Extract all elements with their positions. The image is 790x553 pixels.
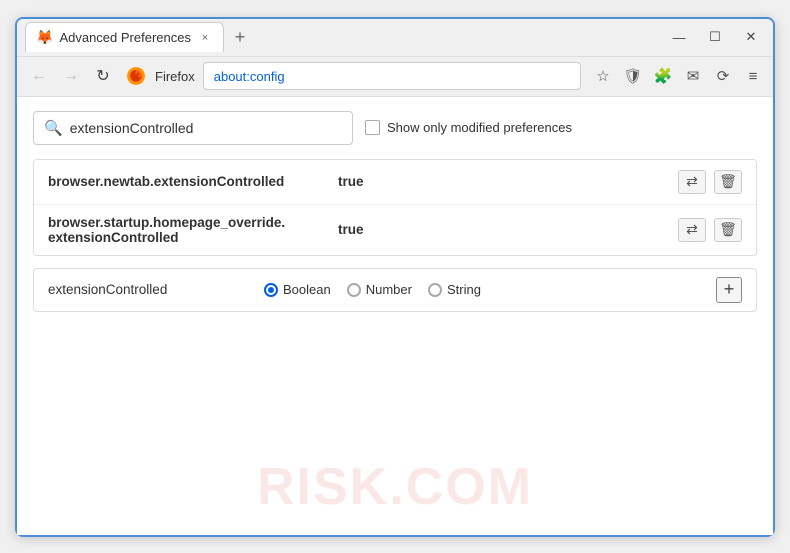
search-icon: 🔍 xyxy=(44,119,63,137)
back-button[interactable]: ← xyxy=(25,62,53,90)
string-radio-item[interactable]: String xyxy=(428,282,481,297)
address-text: about:config xyxy=(214,69,285,84)
extension-icon[interactable]: 🧩 xyxy=(651,64,675,88)
show-modified-checkbox[interactable] xyxy=(365,120,380,135)
mail-icon[interactable]: ✉ xyxy=(681,64,705,88)
pref-name-2-container: browser.startup.homepage_override. exten… xyxy=(48,215,328,245)
new-pref-name: extensionControlled xyxy=(48,282,248,297)
forward-button[interactable]: → xyxy=(57,62,85,90)
boolean-radio-label: Boolean xyxy=(283,282,331,297)
minimize-button[interactable]: — xyxy=(665,27,693,47)
pref-value-1: true xyxy=(338,174,668,189)
string-radio-label: String xyxy=(447,282,481,297)
results-table: browser.newtab.extensionControlled true … xyxy=(33,159,757,256)
add-preference-row: extensionControlled Boolean Number Strin… xyxy=(33,268,757,312)
show-modified-row: Show only modified preferences xyxy=(365,120,572,135)
add-plus-button[interactable]: + xyxy=(716,277,742,303)
pref-name-1: browser.newtab.extensionControlled xyxy=(48,174,328,189)
boolean-radio-item[interactable]: Boolean xyxy=(264,282,331,297)
reset-button-2[interactable]: ⇄ xyxy=(678,218,706,242)
string-radio-circle xyxy=(428,283,442,297)
table-row: browser.newtab.extensionControlled true … xyxy=(34,160,756,205)
window-controls: — ☐ ✕ xyxy=(665,27,765,47)
pref-name-2-line1: browser.startup.homepage_override. xyxy=(48,215,328,230)
search-input[interactable] xyxy=(70,120,342,136)
browser-brand: Firefox xyxy=(155,69,195,84)
delete-button-2[interactable]: 🗑 xyxy=(714,218,742,242)
search-row: 🔍 Show only modified preferences xyxy=(33,111,757,145)
type-radio-group: Boolean Number String xyxy=(264,282,700,297)
number-radio-circle xyxy=(347,283,361,297)
sync-icon[interactable]: ⟳ xyxy=(711,64,735,88)
show-modified-label: Show only modified preferences xyxy=(387,120,572,135)
tab-close-button[interactable]: × xyxy=(197,30,213,46)
tab-title: Advanced Preferences xyxy=(59,30,191,45)
restore-button[interactable]: ☐ xyxy=(701,27,729,47)
pref-name-2-line2: extensionControlled xyxy=(48,230,328,245)
nav-icons: ☆ 🛡 🧩 ✉ ⟳ ≡ xyxy=(591,64,765,88)
number-radio-item[interactable]: Number xyxy=(347,282,412,297)
tab-favicon: 🦊 xyxy=(36,29,53,46)
delete-button-1[interactable]: 🗑 xyxy=(714,170,742,194)
firefox-logo xyxy=(125,65,147,87)
close-button[interactable]: ✕ xyxy=(737,27,765,47)
shield-icon[interactable]: 🛡 xyxy=(621,64,645,88)
new-tab-button[interactable]: + xyxy=(228,25,252,49)
nav-bar: ← → ↻ Firefox about:config ☆ 🛡 🧩 ✉ ⟳ ≡ xyxy=(17,57,773,97)
browser-tab[interactable]: 🦊 Advanced Preferences × xyxy=(25,22,224,52)
table-row: browser.startup.homepage_override. exten… xyxy=(34,205,756,255)
address-bar[interactable]: about:config xyxy=(203,62,581,90)
boolean-radio-circle xyxy=(264,283,278,297)
search-box[interactable]: 🔍 xyxy=(33,111,353,145)
number-radio-label: Number xyxy=(366,282,412,297)
menu-icon[interactable]: ≡ xyxy=(741,64,765,88)
row-actions-1: ⇄ 🗑 xyxy=(678,170,742,194)
content-area: 🔍 Show only modified preferences browser… xyxy=(17,97,773,535)
browser-window: 🦊 Advanced Preferences × + — ☐ ✕ ← → ↻ F… xyxy=(15,17,775,537)
watermark: RISK.COM xyxy=(257,457,533,517)
reset-button-1[interactable]: ⇄ xyxy=(678,170,706,194)
title-bar: 🦊 Advanced Preferences × + — ☐ ✕ xyxy=(17,19,773,57)
bookmark-star-icon[interactable]: ☆ xyxy=(591,64,615,88)
row-actions-2: ⇄ 🗑 xyxy=(678,218,742,242)
pref-value-2: true xyxy=(338,222,668,237)
reload-button[interactable]: ↻ xyxy=(89,62,117,90)
